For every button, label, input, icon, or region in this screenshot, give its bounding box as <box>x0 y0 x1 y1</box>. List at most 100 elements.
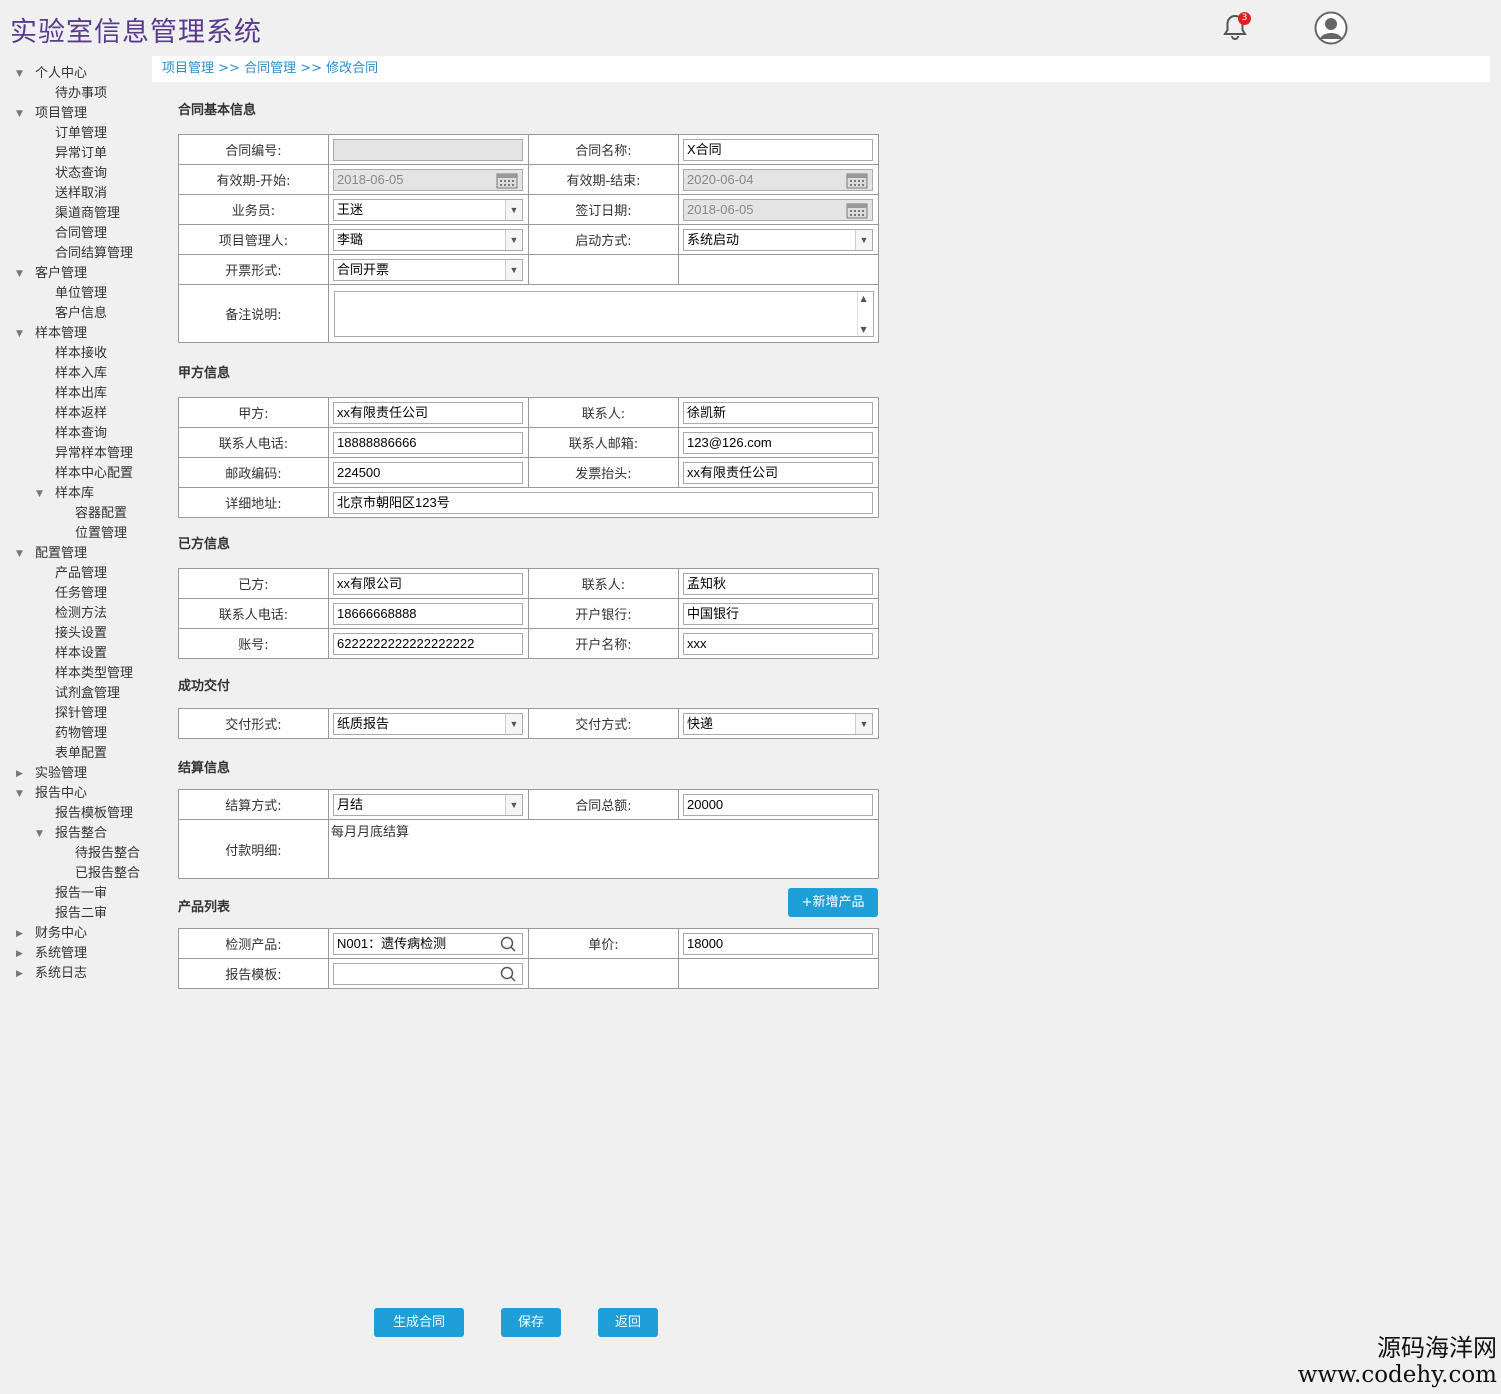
search-icon[interactable] <box>500 966 516 982</box>
settlement-mode-select[interactable]: 月结 ▼ <box>333 793 523 816</box>
user-avatar-icon[interactable] <box>1314 11 1348 45</box>
caret-down-icon[interactable]: ▼ <box>16 64 23 84</box>
caret-right-icon[interactable]: ▶ <box>16 764 23 784</box>
sidebar-item[interactable]: ▼ 项目管理 <box>0 104 152 124</box>
caret-right-icon[interactable]: ▶ <box>16 924 23 944</box>
sidebar-item[interactable]: 样本入库 <box>0 364 152 384</box>
party-a-phone-input[interactable]: 18888886666 <box>333 431 523 454</box>
caret-right-icon[interactable]: ▶ <box>16 964 23 984</box>
sidebar-item[interactable]: 任务管理 <box>0 584 152 604</box>
sidebar-item[interactable]: ▼ 样本管理 <box>0 324 152 344</box>
chevron-down-icon[interactable]: ▼ <box>505 229 522 250</box>
sidebar-item[interactable]: ▼ 个人中心 <box>0 64 152 84</box>
breadcrumb-contract[interactable]: 合同管理 <box>244 61 296 76</box>
sidebar-item[interactable]: 样本接收 <box>0 344 152 364</box>
sidebar-item[interactable]: ▶ 系统日志 <box>0 964 152 984</box>
sidebar-item[interactable]: 位置管理 <box>0 524 152 544</box>
sidebar-item[interactable]: 容器配置 <box>0 504 152 524</box>
scroll-down-icon[interactable]: ▼ <box>861 325 867 334</box>
caret-down-icon[interactable]: ▼ <box>36 824 43 844</box>
sidebar-item[interactable]: 接头设置 <box>0 624 152 644</box>
generate-contract-button[interactable]: 生成合同 <box>374 1308 464 1337</box>
sidebar-item[interactable]: 客户信息 <box>0 304 152 324</box>
add-product-button[interactable]: +新增产品 <box>788 888 878 917</box>
sidebar-item[interactable]: 渠道商管理 <box>0 204 152 224</box>
price-input[interactable]: 18000 <box>683 932 873 955</box>
caret-down-icon[interactable]: ▼ <box>16 544 23 564</box>
valid-start-date-input[interactable]: 2018-06-05 <box>333 168 523 191</box>
sidebar-item[interactable]: 待办事项 <box>0 84 152 104</box>
account-input[interactable]: 6222222222222222222 <box>333 632 523 655</box>
caret-down-icon[interactable]: ▼ <box>16 104 23 124</box>
sidebar-item[interactable]: 试剂盒管理 <box>0 684 152 704</box>
party-b-phone-input[interactable]: 18666668888 <box>333 602 523 625</box>
sidebar-item[interactable]: ▼ 客户管理 <box>0 264 152 284</box>
sidebar-item[interactable]: 样本返样 <box>0 404 152 424</box>
sidebar-item[interactable]: ▶ 财务中心 <box>0 924 152 944</box>
caret-right-icon[interactable]: ▶ <box>16 944 23 964</box>
sidebar-item[interactable]: 产品管理 <box>0 564 152 584</box>
sidebar-item[interactable]: 药物管理 <box>0 724 152 744</box>
caret-down-icon[interactable]: ▼ <box>36 484 43 504</box>
sidebar-item[interactable]: ▼ 样本库 <box>0 484 152 504</box>
sidebar-item[interactable]: 样本出库 <box>0 384 152 404</box>
sidebar-item[interactable]: 送样取消 <box>0 184 152 204</box>
sidebar-item[interactable]: 合同结算管理 <box>0 244 152 264</box>
sidebar-item[interactable]: 状态查询 <box>0 164 152 184</box>
contract-name-input[interactable]: X合同 <box>683 138 873 161</box>
account-name-input[interactable]: xxx <box>683 632 873 655</box>
sidebar-item[interactable]: 已报告整合 <box>0 864 152 884</box>
delivery-method-select[interactable]: 快递 ▼ <box>683 712 873 735</box>
invoice-title-input[interactable]: xx有限责任公司 <box>683 461 873 484</box>
chevron-down-icon[interactable]: ▼ <box>505 199 522 220</box>
chevron-down-icon[interactable]: ▼ <box>855 229 872 250</box>
save-button[interactable]: 保存 <box>501 1308 561 1337</box>
caret-down-icon[interactable]: ▼ <box>16 264 23 284</box>
sidebar-item[interactable]: 报告模板管理 <box>0 804 152 824</box>
breadcrumb-project[interactable]: 项目管理 <box>162 61 214 76</box>
sidebar-item[interactable]: 单位管理 <box>0 284 152 304</box>
template-search-input[interactable] <box>333 962 523 985</box>
sidebar-item[interactable]: ▼ 报告中心 <box>0 784 152 804</box>
chevron-down-icon[interactable]: ▼ <box>855 713 872 734</box>
party-a-input[interactable]: xx有限责任公司 <box>333 401 523 424</box>
valid-end-date-input[interactable]: 2020-06-04 <box>683 168 873 191</box>
sidebar-item[interactable]: ▼ 配置管理 <box>0 544 152 564</box>
sidebar-item[interactable]: 表单配置 <box>0 744 152 764</box>
sidebar-item[interactable]: 报告二审 <box>0 904 152 924</box>
party-a-address-input[interactable]: 北京市朝阳区123号 <box>333 491 873 514</box>
calendar-icon[interactable] <box>496 172 518 189</box>
payment-detail-textarea[interactable]: 每月月底结算 <box>328 819 879 879</box>
remark-textarea[interactable]: ▲ ▼ <box>333 290 874 337</box>
chevron-down-icon[interactable]: ▼ <box>505 259 522 280</box>
sidebar-item[interactable]: ▼ 报告整合 <box>0 824 152 844</box>
sign-date-input[interactable]: 2018-06-05 <box>683 198 873 221</box>
party-b-input[interactable]: xx有限公司 <box>333 572 523 595</box>
invoice-type-select[interactable]: 合同开票 ▼ <box>333 258 523 281</box>
start-mode-select[interactable]: 系统启动 ▼ <box>683 228 873 251</box>
party-a-email-input[interactable]: 123@126.com <box>683 431 873 454</box>
scrollbar[interactable]: ▲ ▼ <box>856 291 873 336</box>
caret-down-icon[interactable]: ▼ <box>16 784 23 804</box>
sidebar-item[interactable]: ▶ 实验管理 <box>0 764 152 784</box>
sidebar-item[interactable]: 样本类型管理 <box>0 664 152 684</box>
scroll-up-icon[interactable]: ▲ <box>861 294 867 303</box>
calendar-icon[interactable] <box>846 202 868 219</box>
party-b-contact-input[interactable]: 孟知秋 <box>683 572 873 595</box>
calendar-icon[interactable] <box>846 172 868 189</box>
caret-down-icon[interactable]: ▼ <box>16 324 23 344</box>
sidebar-item[interactable]: ▶ 系统管理 <box>0 944 152 964</box>
contract-total-input[interactable]: 20000 <box>683 793 873 816</box>
pm-select[interactable]: 李璐 ▼ <box>333 228 523 251</box>
back-button[interactable]: 返回 <box>598 1308 658 1337</box>
sidebar-item[interactable]: 报告一审 <box>0 884 152 904</box>
sidebar-item[interactable]: 探针管理 <box>0 704 152 724</box>
search-icon[interactable] <box>500 936 516 952</box>
bank-input[interactable]: 中国银行 <box>683 602 873 625</box>
sidebar-item[interactable]: 样本中心配置 <box>0 464 152 484</box>
chevron-down-icon[interactable]: ▼ <box>505 794 522 815</box>
sidebar-item[interactable]: 待报告整合 <box>0 844 152 864</box>
party-a-zip-input[interactable]: 224500 <box>333 461 523 484</box>
sidebar-item[interactable]: 检测方法 <box>0 604 152 624</box>
sidebar-item[interactable]: 样本设置 <box>0 644 152 664</box>
